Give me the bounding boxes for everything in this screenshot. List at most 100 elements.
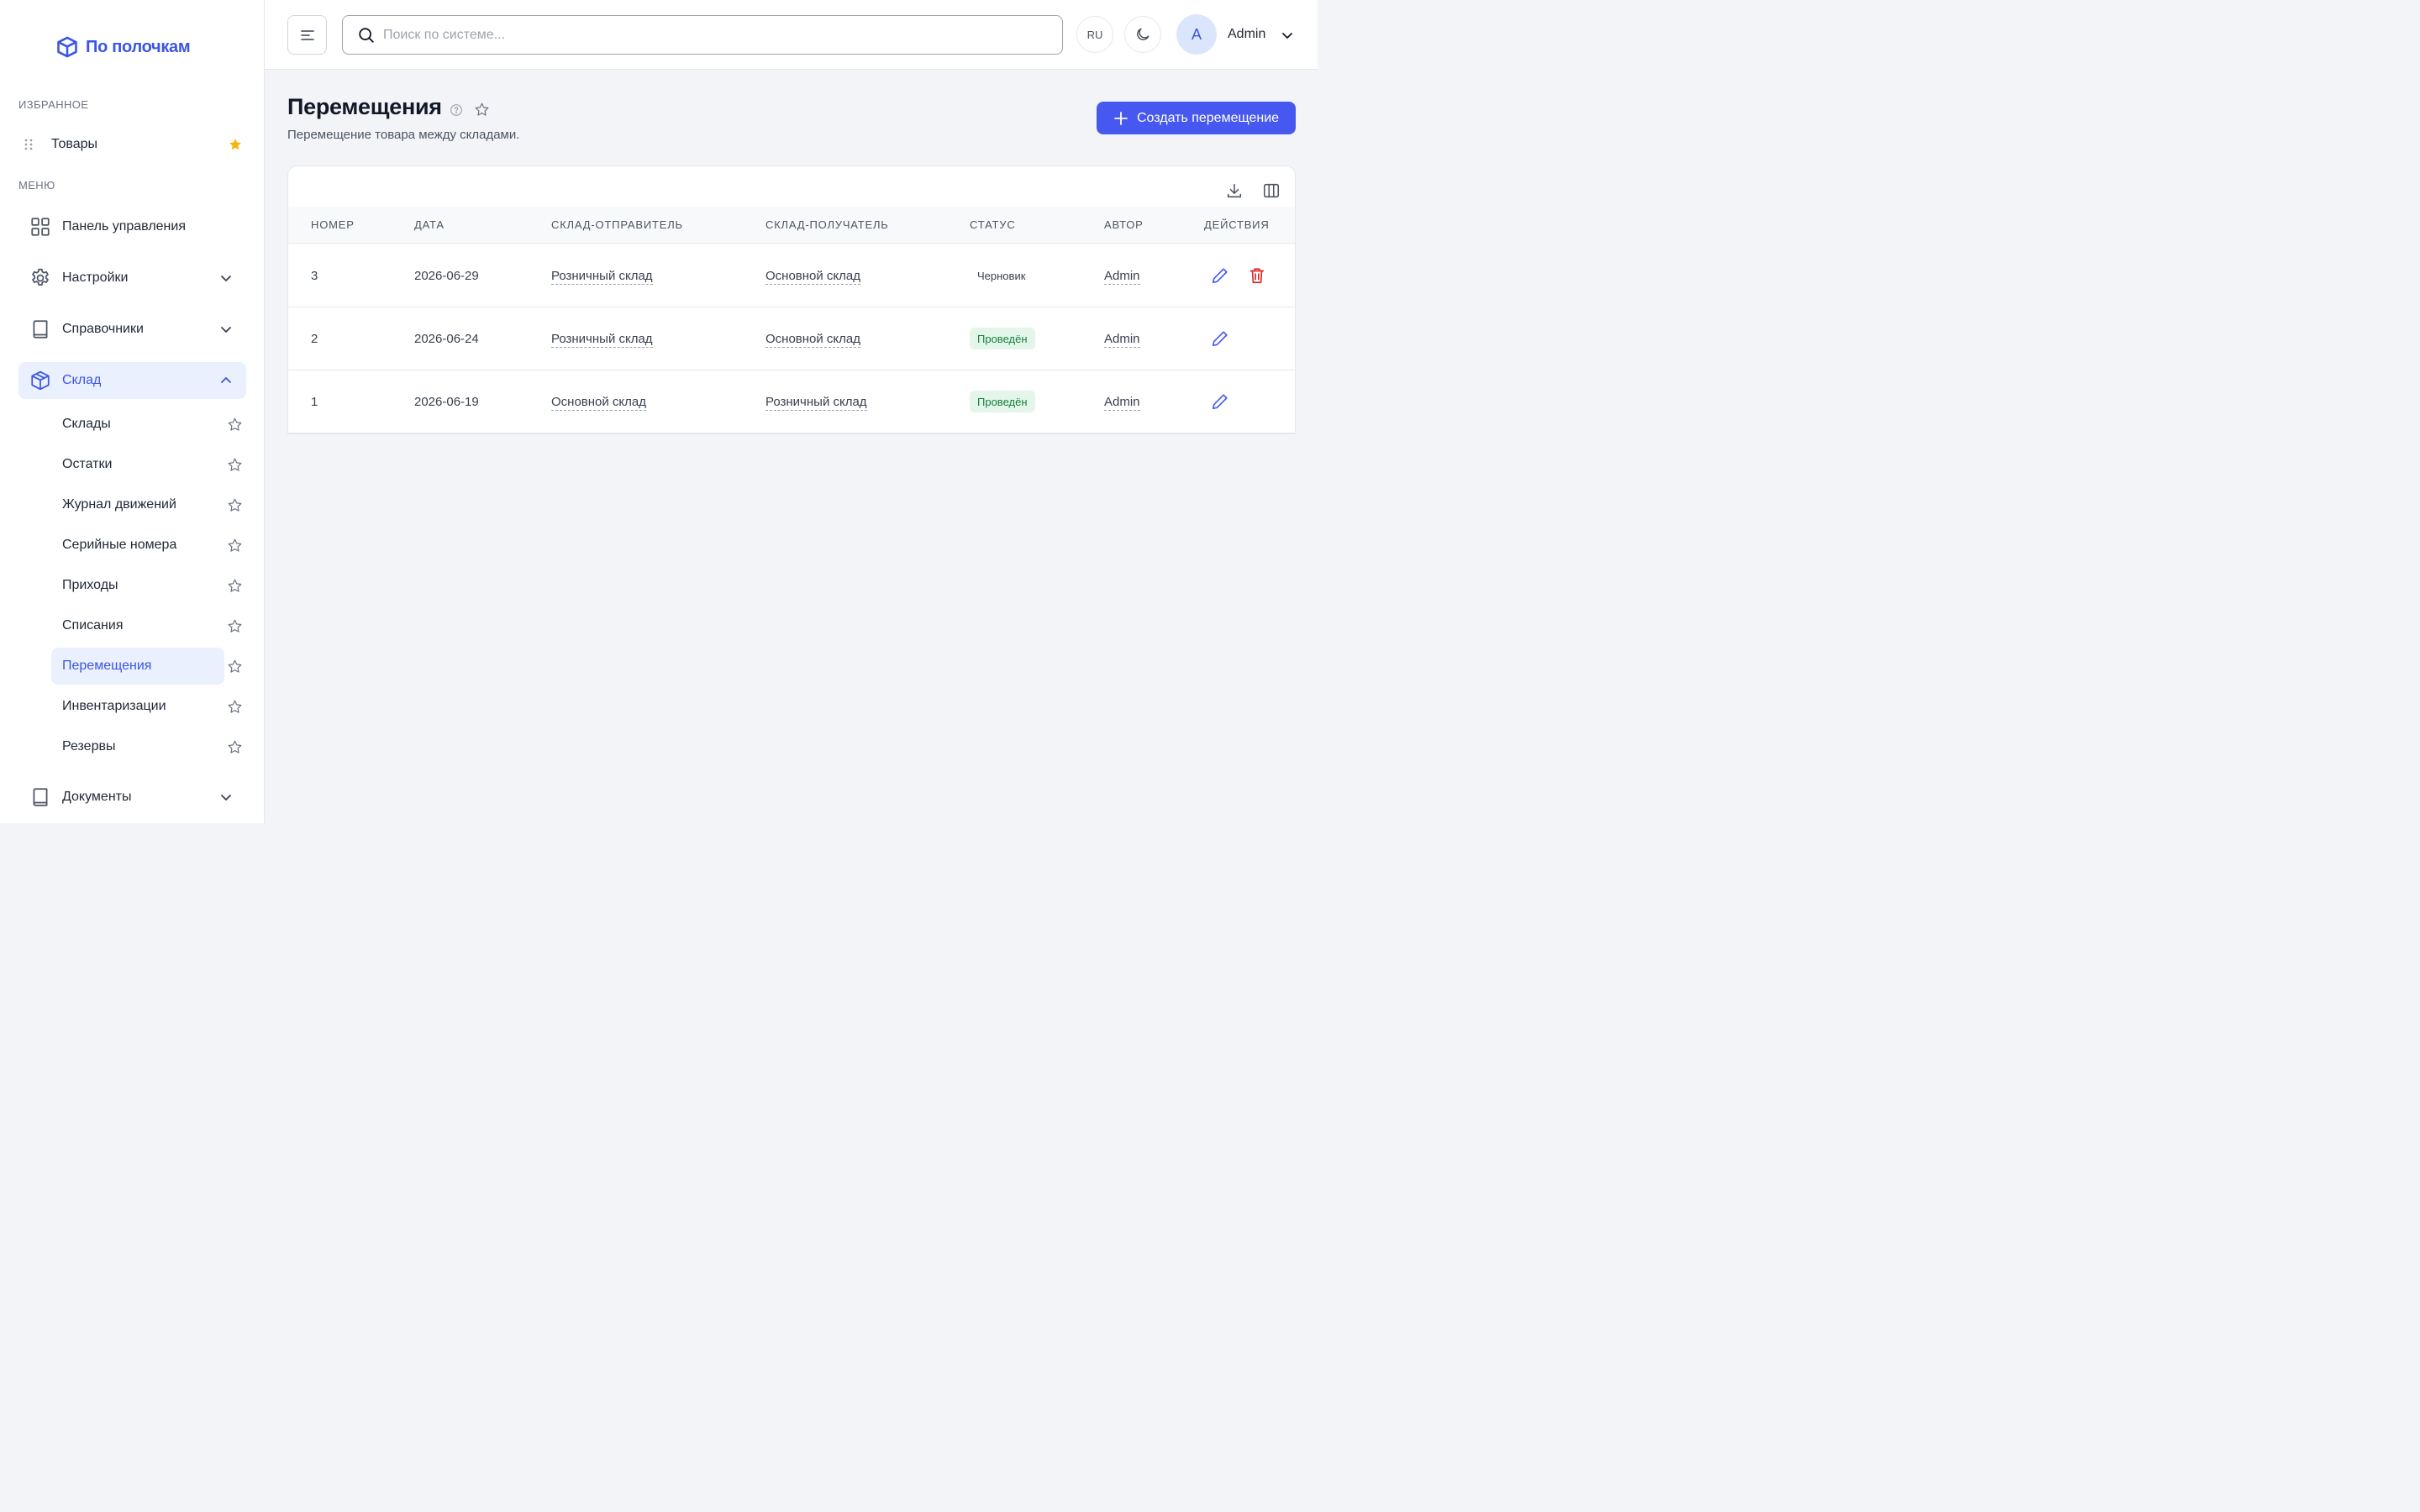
edit-pencil-icon[interactable]: [1211, 392, 1229, 411]
star-outline-icon[interactable]: [227, 578, 243, 594]
column-header-author[interactable]: АВТОР: [1104, 218, 1144, 231]
column-header-date[interactable]: ДАТА: [414, 218, 445, 231]
brand-logo[interactable]: По полочкам: [55, 35, 191, 59]
sidebar-subitem-label: Резервы: [62, 739, 116, 753]
sidebar-item-references[interactable]: Справочники: [18, 311, 246, 348]
cell-source-warehouse-link[interactable]: Розничный склад: [551, 269, 653, 285]
status-badge: Черновик: [970, 265, 1034, 286]
cell-date: 2026-06-19: [414, 395, 479, 409]
chevron-down-icon: [221, 276, 231, 281]
cell-number: 1: [311, 395, 318, 409]
cell-author-link[interactable]: Admin: [1104, 395, 1140, 411]
sidebar-subitem-writeoffs[interactable]: Списания: [51, 607, 224, 644]
cell-author-link[interactable]: Admin: [1104, 332, 1140, 348]
sidebar-subitem-warehouses[interactable]: Склады: [51, 406, 224, 443]
search-icon: [359, 27, 374, 43]
edit-pencil-icon[interactable]: [1211, 266, 1229, 285]
column-header-status[interactable]: СТАТУС: [970, 218, 1016, 231]
sidebar-item-label: Склад: [62, 373, 102, 387]
sidebar-subitem-label: Перемещения: [62, 659, 152, 673]
avatar-initial: A: [1191, 25, 1202, 43]
sidebar-item-warehouse[interactable]: Склад: [18, 362, 246, 399]
cell-source-warehouse-link[interactable]: Основной склад: [551, 395, 647, 411]
star-outline-icon[interactable]: [227, 659, 243, 675]
star-outline-icon[interactable]: [227, 497, 243, 513]
table-row[interactable]: 2 2026-06-24 Розничный склад Основной ск…: [288, 307, 1295, 370]
star-filled-icon[interactable]: [228, 137, 243, 152]
sidebar-item-settings[interactable]: Настройки: [18, 260, 246, 297]
search-input[interactable]: [383, 27, 1039, 43]
cell-source-warehouse-link[interactable]: Розничный склад: [551, 332, 653, 348]
sidebar-subitem-inventories[interactable]: Инвентаризации: [51, 688, 224, 725]
table-row[interactable]: 3 2026-06-29 Розничный склад Основной ск…: [288, 244, 1295, 307]
menu-lines-icon: [300, 29, 314, 40]
sidebar-item-documents[interactable]: Документы: [18, 779, 246, 816]
sidebar-subitem-label: Инвентаризации: [62, 699, 166, 713]
column-header-actions: ДЕЙСТВИЯ: [1204, 218, 1270, 231]
column-header-number[interactable]: НОМЕР: [311, 218, 355, 231]
star-outline-icon[interactable]: [227, 739, 243, 755]
cell-target-warehouse-link[interactable]: Основной склад: [765, 332, 861, 348]
delete-trash-icon[interactable]: [1248, 266, 1266, 285]
drag-handle-icon[interactable]: [24, 138, 34, 151]
cell-number: 2: [311, 332, 318, 346]
sidebar-subitem-reserves[interactable]: Резервы: [51, 728, 224, 765]
cell-date: 2026-06-24: [414, 332, 479, 346]
box-logo-icon: [57, 36, 77, 58]
create-transfer-button[interactable]: Создать перемещение: [1097, 102, 1296, 134]
sidebar-subitem-receipts[interactable]: Приходы: [51, 567, 224, 604]
star-outline-icon[interactable]: [227, 699, 243, 715]
help-icon[interactable]: [450, 103, 463, 117]
status-badge: Проведён: [970, 328, 1035, 349]
language-label: RU: [1086, 28, 1103, 41]
menu-toggle-button[interactable]: [287, 15, 327, 55]
sidebar-item-label: Панель управления: [62, 219, 186, 234]
cell-author-link[interactable]: Admin: [1104, 269, 1140, 285]
language-button[interactable]: RU: [1076, 16, 1113, 53]
edit-pencil-icon[interactable]: [1211, 329, 1229, 348]
cell-target-warehouse-link[interactable]: Розничный склад: [765, 395, 867, 411]
transfers-table-card: НОМЕР ДАТА СКЛАД-ОТПРАВИТЕЛЬ СКЛАД-ПОЛУЧ…: [287, 165, 1296, 434]
theme-toggle-button[interactable]: [1124, 16, 1161, 53]
star-outline-icon[interactable]: [474, 102, 490, 118]
star-outline-icon[interactable]: [227, 618, 243, 634]
download-icon[interactable]: [1225, 181, 1244, 200]
user-name[interactable]: Admin: [1228, 27, 1265, 42]
favorite-item-label: Товары: [51, 137, 98, 151]
column-header-target-warehouse[interactable]: СКЛАД-ПОЛУЧАТЕЛЬ: [765, 218, 889, 231]
gear-icon: [32, 268, 49, 286]
chevron-down-icon: [221, 795, 231, 801]
sidebar-subitem-transfers[interactable]: Перемещения: [51, 648, 224, 685]
sidebar-item-dashboard[interactable]: Панель управления: [18, 208, 246, 245]
book-icon: [33, 320, 48, 339]
favorite-item-products[interactable]: Товары: [18, 130, 246, 159]
star-outline-icon[interactable]: [227, 457, 243, 473]
sidebar-subitem-serial-numbers[interactable]: Серийные номера: [51, 527, 224, 564]
chevron-up-icon: [221, 377, 231, 383]
cell-target-warehouse-link[interactable]: Основной склад: [765, 269, 861, 285]
box-icon: [31, 370, 50, 391]
table-header: НОМЕР ДАТА СКЛАД-ОТПРАВИТЕЛЬ СКЛАД-ПОЛУЧ…: [288, 207, 1295, 244]
sidebar-subitem-stock[interactable]: Остатки: [51, 446, 224, 483]
star-outline-icon[interactable]: [227, 417, 243, 433]
search-box[interactable]: [342, 15, 1063, 55]
topbar: RU A Admin: [265, 0, 1318, 70]
menu-label: МЕНЮ: [18, 179, 55, 192]
chevron-down-icon: [221, 327, 231, 333]
sidebar-subitem-label: Серийные номера: [62, 538, 177, 552]
avatar[interactable]: A: [1176, 14, 1217, 55]
sidebar-item-label: Справочники: [62, 322, 144, 336]
grid-icon: [31, 218, 50, 236]
page-title: Перемещения: [287, 94, 442, 119]
sidebar-subitem-movement-log[interactable]: Журнал движений: [51, 486, 224, 523]
create-transfer-label: Создать перемещение: [1136, 110, 1280, 125]
column-header-source-warehouse[interactable]: СКЛАД-ОТПРАВИТЕЛЬ: [551, 218, 683, 231]
favorites-label: ИЗБРАННОЕ: [18, 98, 89, 111]
book-icon: [33, 788, 48, 806]
sidebar-subitem-label: Остатки: [62, 457, 113, 471]
columns-icon[interactable]: [1262, 181, 1281, 200]
sidebar-subitem-label: Списания: [62, 618, 124, 633]
table-row[interactable]: 1 2026-06-19 Основной склад Розничный ск…: [288, 370, 1295, 433]
star-outline-icon[interactable]: [227, 538, 243, 554]
chevron-down-icon[interactable]: [1281, 29, 1294, 42]
